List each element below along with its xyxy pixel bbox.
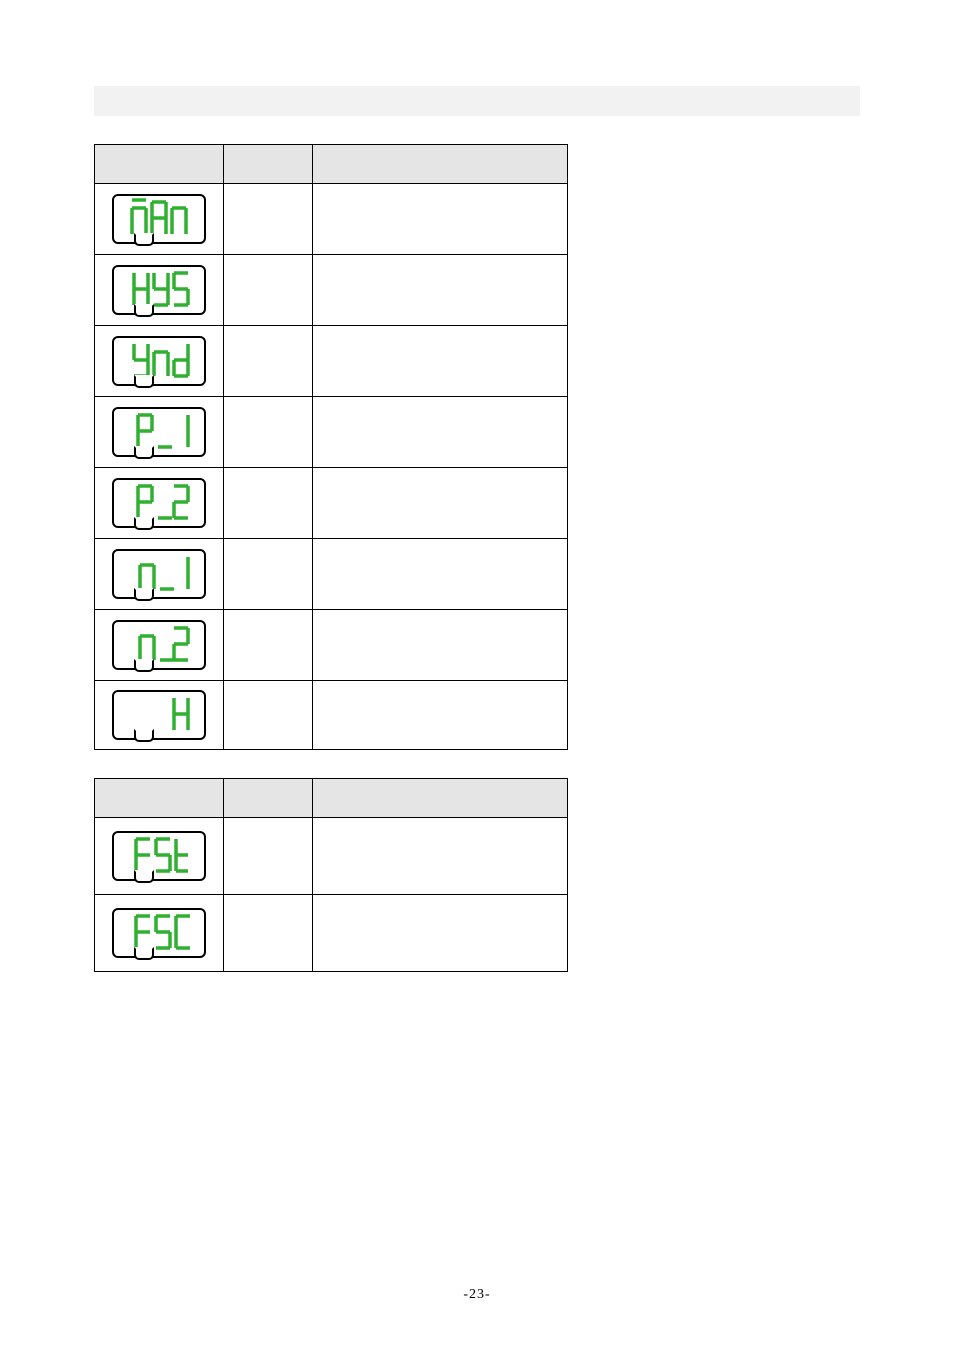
- display-box: [112, 690, 206, 740]
- cell-desc: [313, 610, 568, 681]
- table-row: [95, 184, 568, 255]
- display-glyph-hys: [112, 265, 206, 315]
- cell-name: [224, 681, 313, 750]
- table-row: [95, 397, 568, 468]
- cell-name: [224, 397, 313, 468]
- table-header-row: [95, 779, 568, 818]
- cell-name: [224, 468, 313, 539]
- display-box: [112, 265, 206, 315]
- display-glyph-n-2: [112, 620, 206, 670]
- cell-name: [224, 610, 313, 681]
- th-name: [224, 779, 313, 818]
- table-row: [95, 610, 568, 681]
- table-row: [95, 326, 568, 397]
- cell-desc: [313, 539, 568, 610]
- display-glyph-man: [112, 194, 206, 244]
- th-name: [224, 145, 313, 184]
- display-glyph-ynd: [112, 336, 206, 386]
- cell-desc: [313, 468, 568, 539]
- cell-name: [224, 539, 313, 610]
- header-bar: [94, 86, 860, 116]
- display-box: [112, 620, 206, 670]
- th-display: [95, 779, 224, 818]
- table-1: [94, 144, 954, 750]
- th-display: [95, 145, 224, 184]
- display-glyph-fsc: [112, 908, 206, 958]
- display-glyph-h: [112, 690, 206, 740]
- display-box: [112, 407, 206, 457]
- table-row: [95, 895, 568, 972]
- cell-desc: [313, 681, 568, 750]
- th-desc: [313, 145, 568, 184]
- table-row: [95, 255, 568, 326]
- display-box: [112, 831, 206, 881]
- cell-name: [224, 184, 313, 255]
- display-box: [112, 478, 206, 528]
- display-box: [112, 549, 206, 599]
- cell-desc: [313, 818, 568, 895]
- cell-desc: [313, 397, 568, 468]
- display-glyph-p-2: [112, 478, 206, 528]
- table-header-row: [95, 145, 568, 184]
- cell-name: [224, 895, 313, 972]
- cell-desc: [313, 895, 568, 972]
- cell-name: [224, 326, 313, 397]
- display-glyph-p-1: [112, 407, 206, 457]
- table-row: [95, 468, 568, 539]
- cell-desc: [313, 255, 568, 326]
- display-glyph-n-1: [112, 549, 206, 599]
- display-glyph-fst: [112, 831, 206, 881]
- cell-desc: [313, 326, 568, 397]
- display-box: [112, 908, 206, 958]
- cell-name: [224, 255, 313, 326]
- display-box: [112, 194, 206, 244]
- page-number: -23-: [0, 1287, 954, 1303]
- th-desc: [313, 779, 568, 818]
- cell-desc: [313, 184, 568, 255]
- table-row: [95, 539, 568, 610]
- table-2: [94, 778, 954, 972]
- table-row: [95, 681, 568, 750]
- cell-name: [224, 818, 313, 895]
- display-box: [112, 336, 206, 386]
- table-row: [95, 818, 568, 895]
